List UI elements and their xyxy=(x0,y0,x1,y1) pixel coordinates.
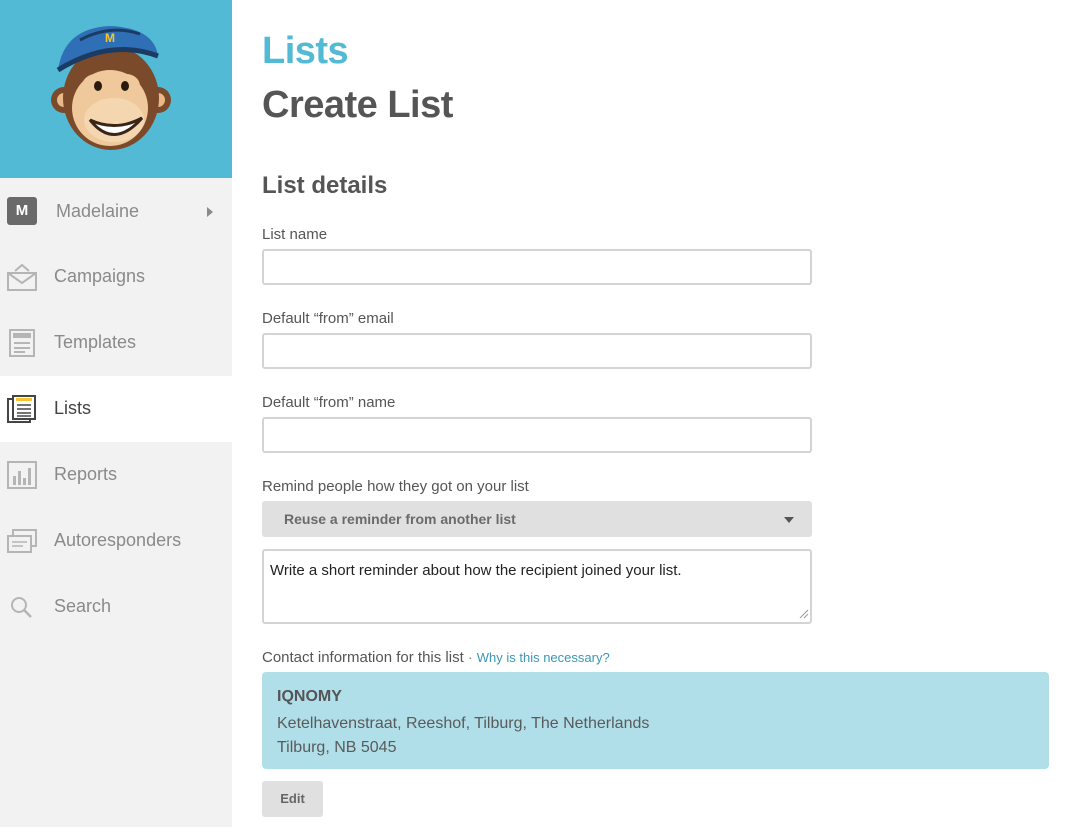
sidebar-item-lists[interactable]: Lists xyxy=(0,376,232,442)
envelope-icon xyxy=(7,263,37,291)
contact-address-line2: Tilburg, NB 5045 xyxy=(277,739,397,756)
sidebar-item-label: Campaigns xyxy=(54,266,146,286)
chevron-down-icon xyxy=(784,517,794,523)
template-icon xyxy=(9,329,35,357)
contact-info-label: Contact information for this list xyxy=(262,649,464,666)
list-name-input[interactable] xyxy=(262,249,812,285)
contact-org-name: IQNOMY xyxy=(277,688,342,705)
logo-area[interactable]: M xyxy=(0,0,232,178)
breadcrumb-lists-link[interactable]: Lists xyxy=(262,30,349,73)
sidebar-item-autoresponders[interactable]: Autoresponders xyxy=(0,508,232,574)
main-content: Lists Create List List details List name… xyxy=(262,0,1049,827)
from-email-label: Default “from” email xyxy=(262,310,394,327)
contact-info-box: IQNOMY Ketelhavenstraat, Reeshof, Tilbur… xyxy=(262,672,1049,769)
sidebar-item-label: Autoresponders xyxy=(54,530,182,550)
autoresponder-icon xyxy=(7,529,37,553)
list-name-label: List name xyxy=(262,226,328,243)
section-heading: List details xyxy=(262,172,388,199)
sidebar-item-reports[interactable]: Reports xyxy=(0,442,232,508)
contact-info-row: Contact information for this list · Why is… xyxy=(262,649,610,666)
edit-contact-button[interactable]: Edit xyxy=(262,781,323,817)
sidebar: M M Madelaine Campaigns Templates Lists … xyxy=(0,0,232,827)
freddie-monkey-logo[interactable]: M xyxy=(50,20,172,155)
sidebar-item-search[interactable]: Search xyxy=(0,574,232,640)
reminder-label: Remind people how they got on your list xyxy=(262,478,529,495)
reminder-select[interactable]: Reuse a reminder from another list xyxy=(262,501,812,537)
sidebar-item-label: Templates xyxy=(54,332,137,352)
user-name: Madelaine xyxy=(56,201,140,221)
list-icon xyxy=(7,395,36,423)
from-email-input[interactable] xyxy=(262,333,812,369)
resize-handle-icon[interactable] xyxy=(799,609,809,619)
bar-chart-icon xyxy=(7,461,37,489)
from-name-input[interactable] xyxy=(262,417,812,453)
reminder-select-value: Reuse a reminder from another list xyxy=(284,511,516,527)
why-necessary-link[interactable]: Why is this necessary? xyxy=(477,650,610,665)
sidebar-item-label: Search xyxy=(54,596,112,616)
sidebar-item-campaigns[interactable]: Campaigns xyxy=(0,244,232,310)
svg-text:M: M xyxy=(105,31,115,45)
separator: · xyxy=(467,649,473,666)
search-icon xyxy=(11,597,32,618)
reminder-textarea[interactable]: Write a short reminder about how the rec… xyxy=(262,549,812,624)
sidebar-item-templates[interactable]: Templates xyxy=(0,310,232,376)
user-menu[interactable]: M Madelaine xyxy=(0,178,232,244)
contact-address-line1: Ketelhavenstraat, Reeshof, Tilburg, The … xyxy=(277,715,650,732)
sidebar-item-label: Lists xyxy=(54,398,92,418)
avatar: M xyxy=(7,197,37,225)
chevron-right-icon xyxy=(207,207,213,217)
from-name-label: Default “from” name xyxy=(262,394,396,411)
sidebar-item-label: Reports xyxy=(54,464,118,484)
page-title: Create List xyxy=(262,84,453,126)
